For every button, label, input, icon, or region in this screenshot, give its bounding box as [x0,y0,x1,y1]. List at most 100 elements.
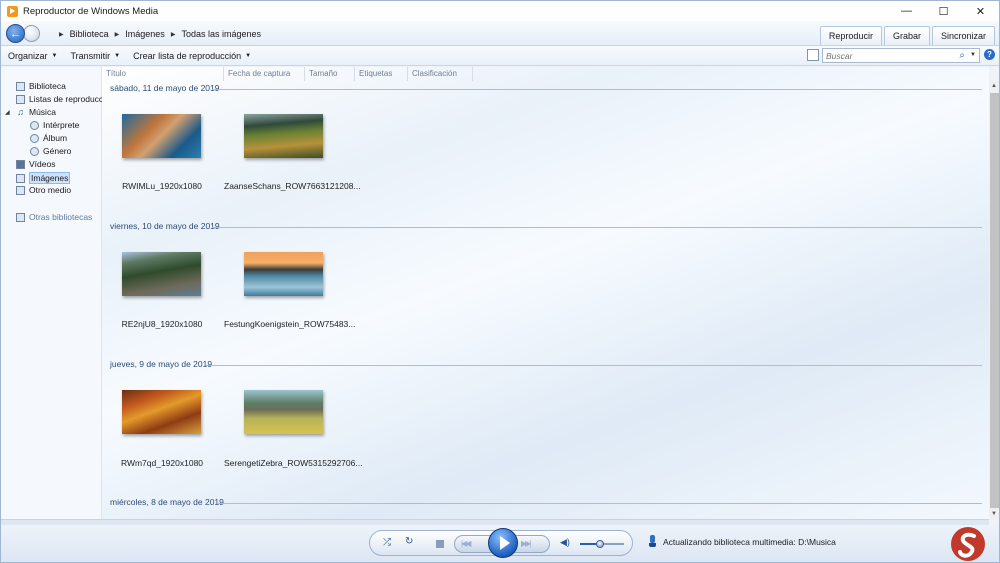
navigation-bar: ← ▶ Biblioteca ▶ Imágenes ▶ Todas las im… [1,21,999,46]
sidebar-item-music[interactable]: ♫ Música [16,107,56,117]
breadcrumb-item-pictures[interactable]: Imágenes [125,29,165,39]
volume-slider[interactable] [580,540,624,548]
sidebar-item-other-media[interactable]: Otro medio [16,185,71,195]
genre-icon [30,146,39,156]
sidebar-item-label: Biblioteca [29,81,66,91]
breadcrumb-chevron-icon: ▶ [114,31,120,38]
sidebar-item-artist[interactable]: Intérprete [30,120,79,130]
stream-menu[interactable]: Transmitir ▼ [70,51,120,61]
column-header-size[interactable]: Tamaño [305,67,355,81]
picture-thumbnail[interactable] [244,252,323,296]
sidebar-item-videos[interactable]: Vídeos [16,159,55,169]
group-divider [212,227,982,228]
solvetic-logo [951,527,985,561]
sidebar-item-playlists[interactable]: Listas de reproducción [16,94,115,104]
scroll-thumb[interactable] [990,93,999,508]
tab-sync[interactable]: Sincronizar [931,26,995,45]
sidebar-item-pictures[interactable]: Imágenes [16,172,71,184]
close-button[interactable]: ✕ [962,1,999,21]
column-header-date-taken[interactable]: Fecha de captura [224,67,305,81]
picture-title[interactable]: RWIMLu_1920x1080 [102,181,222,191]
sidebar-item-label: Imágenes [29,172,71,184]
breadcrumb-item-library[interactable]: Biblioteca [70,29,109,39]
chevron-down-icon: ▼ [51,52,58,59]
media-player-app-icon [7,5,18,17]
organize-menu[interactable]: Organizar ▼ [8,51,57,61]
sidebar-item-library[interactable]: Biblioteca [16,81,66,91]
forward-button[interactable] [23,25,40,42]
picture-title[interactable]: RWm7qd_1920x1080 [102,458,222,468]
create-playlist-menu[interactable]: Crear lista de reproducción ▼ [133,51,251,61]
maximize-button[interactable]: ☐ [925,1,962,21]
picture-thumbnail[interactable] [244,390,323,434]
create-playlist-label: Crear lista de reproducción [133,50,242,61]
picture-thumbnail[interactable] [122,390,201,434]
sidebar-item-label: Vídeos [29,159,56,169]
play-button[interactable] [488,528,518,558]
artist-icon [30,120,39,130]
sidebar-item-label: Música [29,107,56,117]
stop-icon[interactable] [436,540,444,548]
help-icon[interactable]: ? [984,49,995,60]
sidebar-item-genre[interactable]: Género [30,146,71,156]
group-header[interactable]: miércoles, 8 de mayo de 2019 [110,497,224,507]
picture-thumbnail[interactable] [122,252,201,296]
search-dropdown-icon[interactable]: ▼ [970,52,976,58]
sidebar-item-label: Intérprete [43,120,80,130]
scroll-up-icon[interactable]: ▲ [991,83,997,89]
tab-burn[interactable]: Grabar [883,26,930,45]
picture-title[interactable]: SerengetiZebra_ROW5315292706... [224,458,362,468]
picture-thumbnail[interactable] [244,114,323,158]
details-pane: Título Fecha de captura Tamaño Etiquetas… [102,67,989,519]
volume-icon[interactable]: ◀) [560,537,570,548]
sidebar-item-label: Álbum [43,133,68,143]
title-bar: Reproductor de Windows Media — ☐ ✕ [1,1,999,21]
group-divider [212,89,982,90]
group-header[interactable]: viernes, 10 de mayo de 2019 [110,221,220,231]
window-controls: — ☐ ✕ [888,1,999,21]
scroll-down-icon[interactable]: ▼ [991,511,997,517]
view-options-icon[interactable] [807,49,819,61]
previous-icon[interactable]: |◀◀ [461,539,471,548]
sidebar-item-album[interactable]: Álbum [30,133,67,143]
playback-controls: ⤮ ↻ |◀◀ ▶▶| ◀) [369,528,633,558]
picture-title[interactable]: ZaanseSchans_ROW7663121208... [224,181,361,191]
column-header-rating[interactable]: Clasificación [408,67,473,81]
picture-title[interactable]: RE2njU8_1920x1080 [102,319,222,329]
video-icon [16,159,25,169]
search-input[interactable] [823,50,949,61]
minimize-button[interactable]: — [888,1,925,21]
picture-title[interactable]: FestungKoenigstein_ROW75483... [224,319,355,329]
chevron-down-icon: ▼ [245,52,252,59]
volume-knob[interactable] [595,540,604,548]
breadcrumb-chevron-icon: ▶ [170,31,176,38]
next-icon[interactable]: ▶▶| [521,539,531,548]
sidebar-item-other-libraries[interactable]: Otras bibliotecas [16,212,92,222]
shuffle-icon[interactable]: ⤮ [383,537,391,548]
window-title: Reproductor de Windows Media [23,5,159,17]
music-note-icon: ♫ [17,106,24,117]
back-button[interactable]: ← [6,24,25,43]
media-player-window: Reproductor de Windows Media — ☐ ✕ ← ▶ B… [0,0,1000,563]
expand-chevron-icon[interactable]: ◢ [5,109,10,116]
chevron-down-icon: ▼ [114,52,121,59]
breadcrumb-item-all-pictures[interactable]: Todas las imágenes [181,29,261,39]
group-divider [206,365,982,366]
library-update-icon [649,535,656,547]
playlist-icon [16,94,25,104]
back-arrow-icon: ← [10,27,21,40]
group-header[interactable]: sábado, 11 de mayo de 2019 [110,83,219,93]
picture-thumbnail[interactable] [122,114,201,158]
column-header-title[interactable]: Título [102,67,224,81]
stream-label: Transmitir [70,50,111,61]
search-box: ⌕ ▼ [822,48,980,63]
playback-controls-bar: ⤮ ↻ |◀◀ ▶▶| ◀) Actualizando biblioteca m… [1,525,999,562]
column-header-tags[interactable]: Etiquetas [355,67,408,81]
library-icon [16,81,25,91]
repeat-icon[interactable]: ↻ [405,536,413,547]
vertical-scrollbar[interactable]: ▲ ▼ [989,81,999,519]
tab-play[interactable]: Reproducir [819,26,882,45]
search-icon[interactable]: ⌕ [959,50,965,61]
other-libraries-icon [16,212,25,222]
group-header[interactable]: jueves, 9 de mayo de 2019 [110,359,212,369]
